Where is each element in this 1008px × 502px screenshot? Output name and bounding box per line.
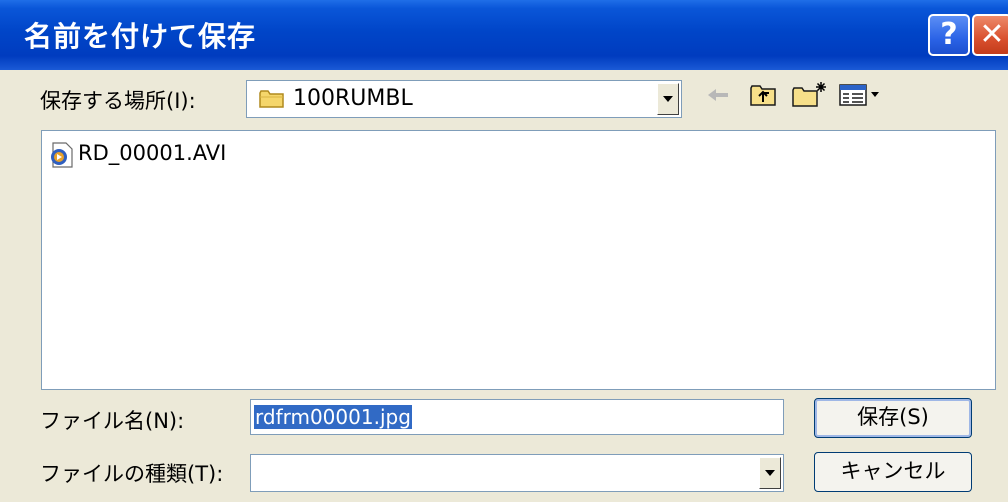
view-menu-icon[interactable] <box>838 80 884 110</box>
chevron-down-icon[interactable] <box>759 457 781 489</box>
cancel-button[interactable]: キャンセル <box>814 452 972 492</box>
up-folder-icon[interactable] <box>748 80 778 110</box>
new-folder-icon[interactable] <box>790 80 830 110</box>
file-list[interactable]: RD_00001.AVI <box>41 130 996 390</box>
save-in-dropdown[interactable]: 100RUMBL <box>246 80 682 118</box>
filename-input[interactable]: rdfrm00001.jpg <box>250 399 784 435</box>
save-button[interactable]: 保存(S) <box>814 398 972 438</box>
filetype-dropdown[interactable] <box>250 454 784 492</box>
save-button-label: 保存(S) <box>857 405 929 429</box>
filetype-label: ファイルの種類(T): <box>40 462 224 486</box>
back-arrow-icon[interactable] <box>702 80 732 110</box>
dialog-title: 名前を付けて保存 <box>24 20 257 53</box>
video-file-icon <box>51 142 73 168</box>
save-in-value: 100RUMBL <box>293 86 413 111</box>
save-in-label: 保存する場所(I): <box>40 89 196 113</box>
close-icon: ✕ <box>979 17 1005 52</box>
filename-label: ファイル名(N): <box>40 409 185 433</box>
filename-value: rdfrm00001.jpg <box>254 405 412 429</box>
chevron-down-icon[interactable] <box>657 83 679 115</box>
help-button[interactable]: ? <box>928 14 970 56</box>
folder-icon <box>259 90 284 108</box>
close-button[interactable]: ✕ <box>972 14 1008 56</box>
save-as-dialog: 名前を付けて保存 ? ✕ 保存する場所(I): 100RUMBL RD_0000… <box>0 0 1008 502</box>
cancel-button-label: キャンセル <box>840 459 946 483</box>
title-bar[interactable]: 名前を付けて保存 ? ✕ <box>0 0 1008 70</box>
help-icon: ? <box>940 17 958 52</box>
file-name: RD_00001.AVI <box>78 141 227 165</box>
